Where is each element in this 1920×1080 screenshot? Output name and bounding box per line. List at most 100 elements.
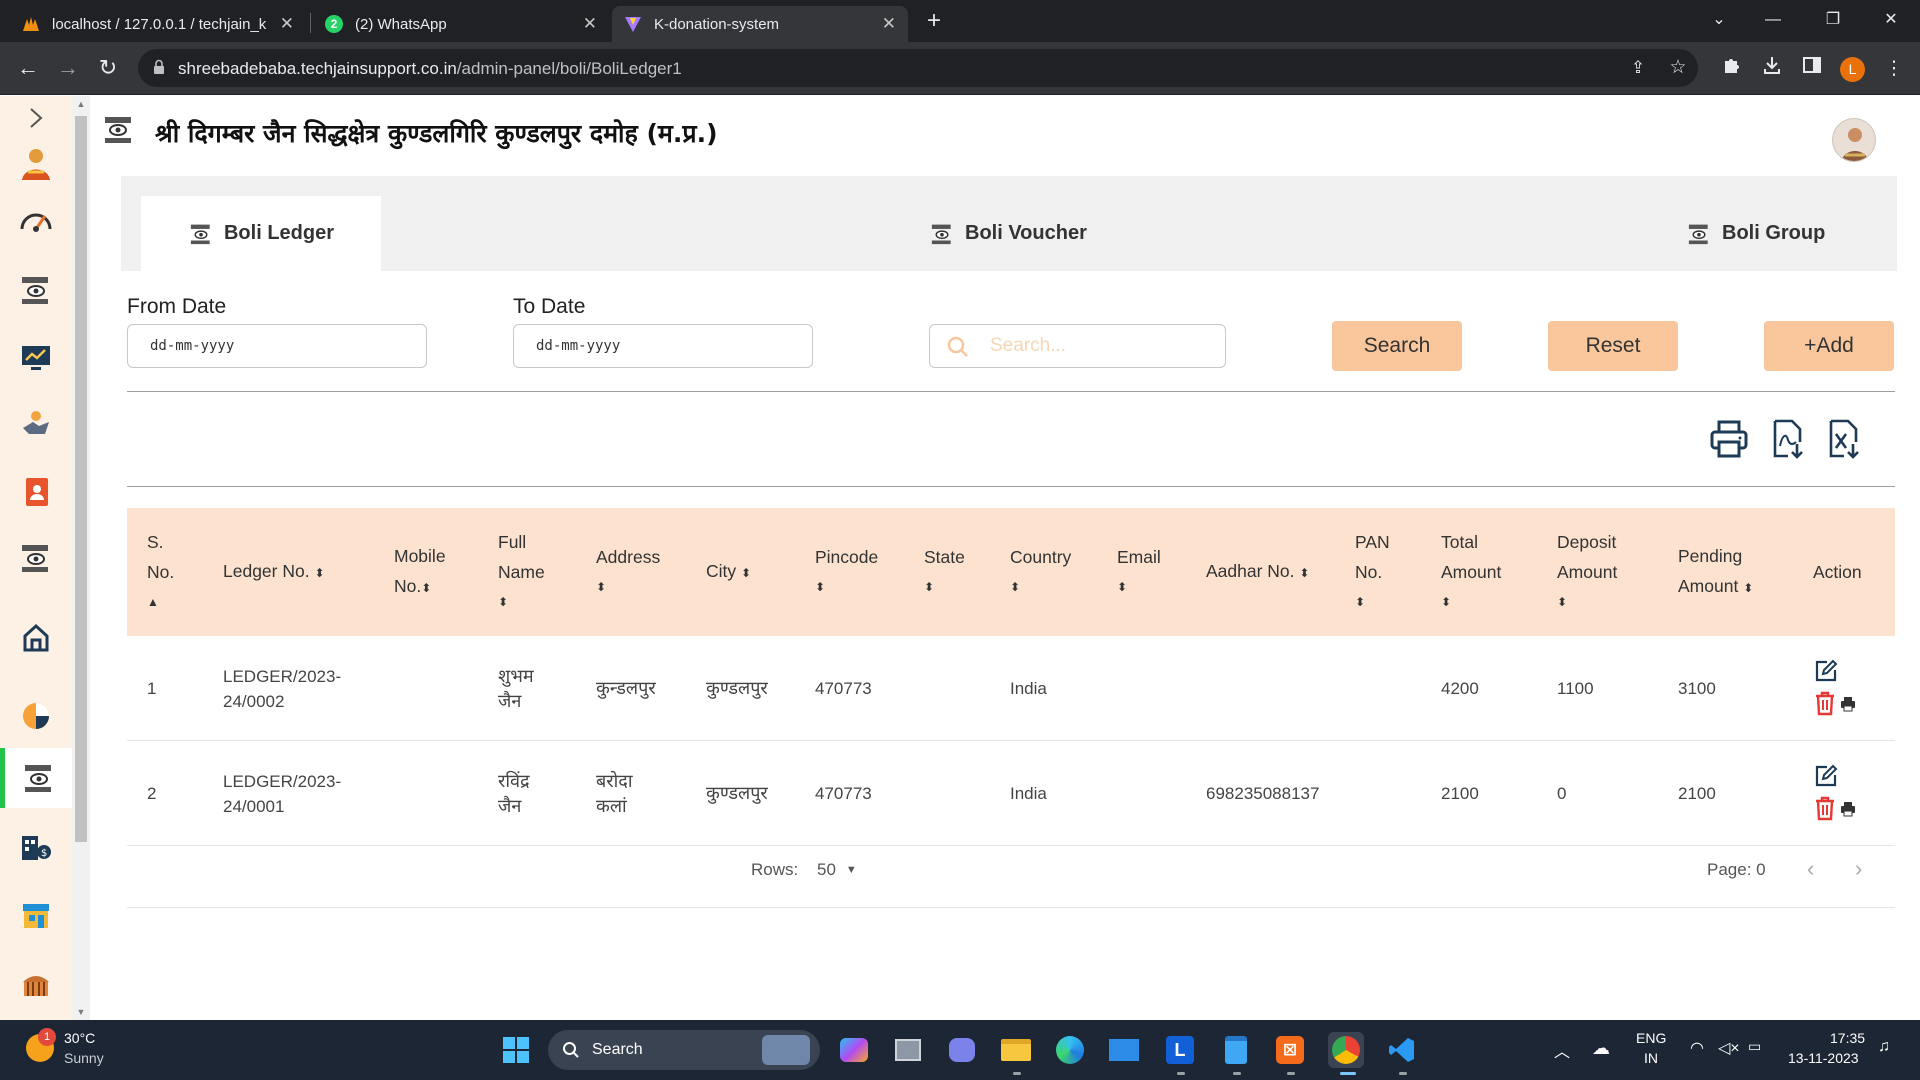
tab-boli-ledger[interactable]: Boli Ledger — [141, 196, 381, 271]
battery-icon[interactable]: ▭ — [1748, 1038, 1761, 1055]
forward-button[interactable]: → — [52, 53, 84, 85]
export-pdf-icon[interactable] — [1770, 418, 1806, 465]
page-scrollbar[interactable]: ▲ ▼ — [72, 96, 90, 1020]
volume-muted-icon[interactable]: ◁× — [1718, 1038, 1740, 1058]
edit-icon[interactable] — [1813, 658, 1839, 689]
file-explorer-icon[interactable] — [998, 1032, 1034, 1068]
tab-boli-group[interactable]: Boli Group — [1686, 196, 1825, 271]
extensions-icon[interactable] — [1718, 55, 1746, 83]
col-total-header[interactable]: Total Amount ⬍ — [1441, 508, 1501, 636]
side-panel-icon[interactable] — [1798, 55, 1826, 83]
col-address-header[interactable]: Address ⬍ — [596, 508, 660, 636]
delete-icon[interactable] — [1813, 795, 1837, 826]
to-date-input[interactable]: dd-mm-yyyy — [513, 324, 813, 368]
user-avatar[interactable] — [1832, 118, 1876, 162]
clock-date[interactable]: 13-11-2023 — [1788, 1050, 1859, 1066]
browser-tab-phpmyadmin[interactable]: localhost / 127.0.0.1 / techjain_k ✕ — [10, 6, 306, 42]
tab-search-chevron-icon[interactable]: ⌄ — [1696, 4, 1742, 36]
chrome-icon[interactable] — [1328, 1032, 1364, 1068]
restore-button[interactable]: ❐ — [1810, 4, 1856, 36]
wifi-icon[interactable]: ◠ — [1690, 1038, 1704, 1058]
col-mobile-header[interactable]: Mobile No.⬍ — [394, 508, 446, 636]
col-name-header[interactable]: Full Name ⬍ — [498, 508, 545, 636]
share-icon[interactable]: ⇪ — [1624, 54, 1652, 82]
scroll-down-arrow-icon[interactable]: ▼ — [72, 1004, 90, 1020]
sidebar-item-reports-pie[interactable] — [0, 686, 72, 746]
sidebar-item-temple[interactable] — [0, 954, 72, 1014]
reset-button[interactable]: Reset — [1548, 321, 1678, 371]
print-receipt-icon[interactable] — [1839, 801, 1857, 822]
col-aadhar-header[interactable]: Aadhar No. ⬍ — [1206, 508, 1309, 636]
sidebar-item-home[interactable] — [0, 608, 72, 668]
clock-time[interactable]: 17:35 — [1830, 1030, 1865, 1046]
col-city-header[interactable]: City ⬍ — [706, 508, 751, 636]
browser-tab-whatsapp[interactable]: 2 (2) WhatsApp ✕ — [313, 6, 609, 42]
sidebar-item-donation[interactable] — [0, 260, 72, 320]
search-button[interactable]: Search — [1332, 321, 1462, 371]
xampp-icon[interactable]: ⊠ — [1272, 1032, 1308, 1068]
col-pending-header[interactable]: Pending Amount ⬍ — [1678, 508, 1753, 636]
taskbar-search[interactable]: Search — [548, 1030, 820, 1070]
search-input[interactable] — [990, 333, 1210, 359]
lang-indicator-line2[interactable]: IN — [1644, 1050, 1658, 1066]
tray-overflow-icon[interactable]: ︿ — [1554, 1038, 1570, 1062]
col-ledger-header[interactable]: Ledger No. ⬍ — [223, 508, 325, 636]
sidebar-item-monitor[interactable] — [0, 328, 72, 388]
task-view-icon[interactable] — [890, 1032, 926, 1068]
sidebar-item-bank[interactable]: $ — [0, 818, 72, 878]
close-tab-icon[interactable]: ✕ — [583, 14, 597, 34]
sidebar-item-contacts[interactable] — [0, 462, 72, 522]
col-state-header[interactable]: State ⬍ — [924, 508, 965, 636]
edge-icon[interactable] — [1052, 1032, 1088, 1068]
sidebar-expand-chevron-icon[interactable] — [0, 98, 72, 138]
notepad-icon[interactable] — [1218, 1032, 1254, 1068]
minimize-button[interactable]: — — [1750, 4, 1796, 36]
onedrive-icon[interactable]: ☁ — [1592, 1038, 1610, 1059]
sidebar-item-boli-ledger[interactable] — [0, 748, 72, 808]
col-email-header[interactable]: Email ⬍ — [1117, 508, 1161, 636]
delete-icon[interactable] — [1813, 690, 1837, 721]
browser-menu-icon[interactable]: ⋮ — [1880, 55, 1908, 83]
copilot-icon[interactable] — [836, 1032, 872, 1068]
prev-page-icon[interactable]: ‹ — [1807, 856, 1814, 882]
print-icon[interactable] — [1708, 418, 1750, 465]
col-country-header[interactable]: Country ⬍ — [1010, 508, 1071, 636]
edit-icon[interactable] — [1813, 763, 1839, 794]
scrollbar-thumb[interactable] — [75, 116, 87, 842]
tab-boli-voucher[interactable]: Boli Voucher — [929, 196, 1087, 271]
start-icon[interactable] — [498, 1032, 534, 1068]
close-window-button[interactable]: ✕ — [1868, 4, 1914, 36]
notification-bell-icon[interactable]: ♫ — [1878, 1038, 1890, 1056]
back-button[interactable]: ← — [12, 53, 44, 85]
close-tab-icon[interactable]: ✕ — [882, 14, 896, 34]
col-sno-header[interactable]: S. No. ▲ — [147, 508, 174, 636]
bookmark-star-icon[interactable]: ☆ — [1664, 54, 1692, 82]
address-bar[interactable]: shreebadebaba.techjainsupport.co.in/admi… — [138, 49, 1698, 87]
sidebar-item-dashboard[interactable] — [0, 190, 72, 250]
rows-per-page-select[interactable]: 50 ▼ — [817, 854, 857, 886]
vscode-icon[interactable] — [1384, 1032, 1420, 1068]
teams-chat-icon[interactable] — [944, 1032, 980, 1068]
scroll-up-arrow-icon[interactable]: ▲ — [72, 96, 90, 112]
export-excel-icon[interactable] — [1826, 418, 1862, 465]
download-icon[interactable] — [1758, 55, 1786, 83]
browser-tab-k-donation[interactable]: K-donation-system ✕ — [612, 6, 908, 42]
lang-indicator-line1[interactable]: ENG — [1636, 1030, 1666, 1046]
sidebar-item-boli[interactable] — [0, 528, 72, 588]
col-pincode-header[interactable]: Pincode ⬍ — [815, 508, 878, 636]
col-pan-header[interactable]: PAN No. ⬍ — [1355, 508, 1390, 636]
next-page-icon[interactable]: › — [1855, 856, 1862, 882]
sidebar-item-handshake[interactable] — [0, 394, 72, 454]
l-app-icon[interactable]: L — [1162, 1032, 1198, 1068]
add-button[interactable]: +Add — [1764, 321, 1894, 371]
from-date-input[interactable]: dd-mm-yyyy — [127, 324, 427, 368]
print-receipt-icon[interactable] — [1839, 696, 1857, 717]
new-tab-button[interactable]: + — [920, 8, 948, 36]
mail-icon[interactable] — [1106, 1032, 1142, 1068]
sidebar-logo-icon — [0, 138, 72, 186]
reload-button[interactable]: ↻ — [92, 53, 124, 85]
profile-avatar[interactable]: L — [1840, 57, 1865, 82]
close-tab-icon[interactable]: ✕ — [280, 14, 294, 34]
col-deposit-header[interactable]: Deposit Amount ⬍ — [1557, 508, 1617, 636]
sidebar-item-store[interactable] — [0, 886, 72, 946]
